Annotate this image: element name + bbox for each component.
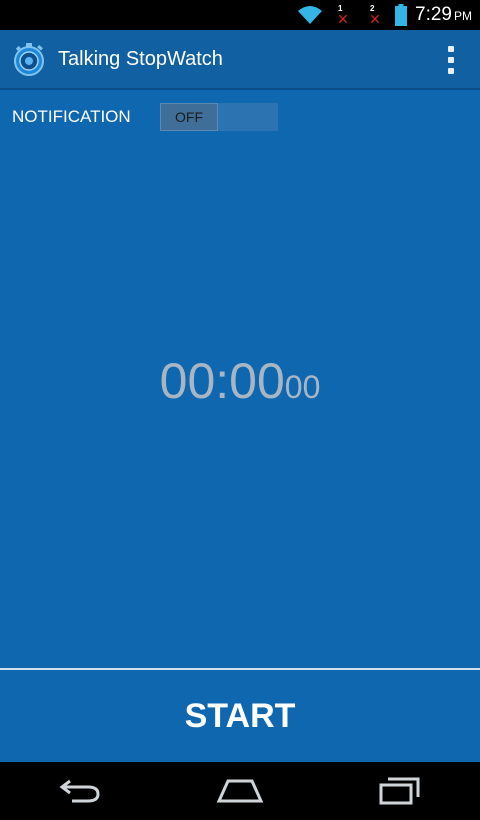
home-button[interactable] xyxy=(210,771,270,811)
action-bar: Talking StopWatch xyxy=(0,30,480,90)
recent-apps-icon xyxy=(379,777,420,805)
sim1-error-mark: ✕ xyxy=(337,11,349,27)
clock-ampm: PM xyxy=(454,9,472,23)
status-bar: 1 ✕ 2 ✕ 7:29 PM xyxy=(0,0,480,30)
start-button[interactable]: START xyxy=(0,670,480,762)
recent-apps-button[interactable] xyxy=(370,771,430,811)
wifi-icon xyxy=(298,6,323,24)
status-clock: 7:29 PM xyxy=(415,4,472,26)
notification-toggle[interactable]: OFF xyxy=(160,103,278,131)
back-icon xyxy=(59,779,100,803)
overflow-menu-icon[interactable] xyxy=(444,46,458,74)
home-icon xyxy=(216,779,264,803)
sim1-number: 1 xyxy=(338,4,343,13)
back-button[interactable] xyxy=(50,771,110,811)
sim1-no-signal-icon: 1 ✕ xyxy=(331,3,355,27)
notification-label: NOTIFICATION xyxy=(12,107,131,126)
sim2-no-signal-icon: 2 ✕ xyxy=(363,3,387,27)
stopwatch-icon xyxy=(14,43,44,76)
toggle-state-label: OFF xyxy=(160,103,218,131)
sim2-number: 2 xyxy=(370,4,375,13)
timer-display: 00:00 00 xyxy=(0,352,480,416)
navigation-bar xyxy=(0,762,480,820)
timer-main: 00:00 xyxy=(159,353,285,409)
app-title: Talking StopWatch xyxy=(58,47,223,70)
menu-dot xyxy=(448,68,454,74)
notification-row: NOTIFICATION OFF xyxy=(12,102,278,132)
sim2-error-mark: ✕ xyxy=(369,11,381,27)
menu-dot xyxy=(448,57,454,63)
menu-dot xyxy=(448,46,454,52)
timer-fraction: 00 xyxy=(284,369,321,405)
battery-icon xyxy=(395,4,408,26)
clock-time: 7:29 xyxy=(415,4,452,25)
